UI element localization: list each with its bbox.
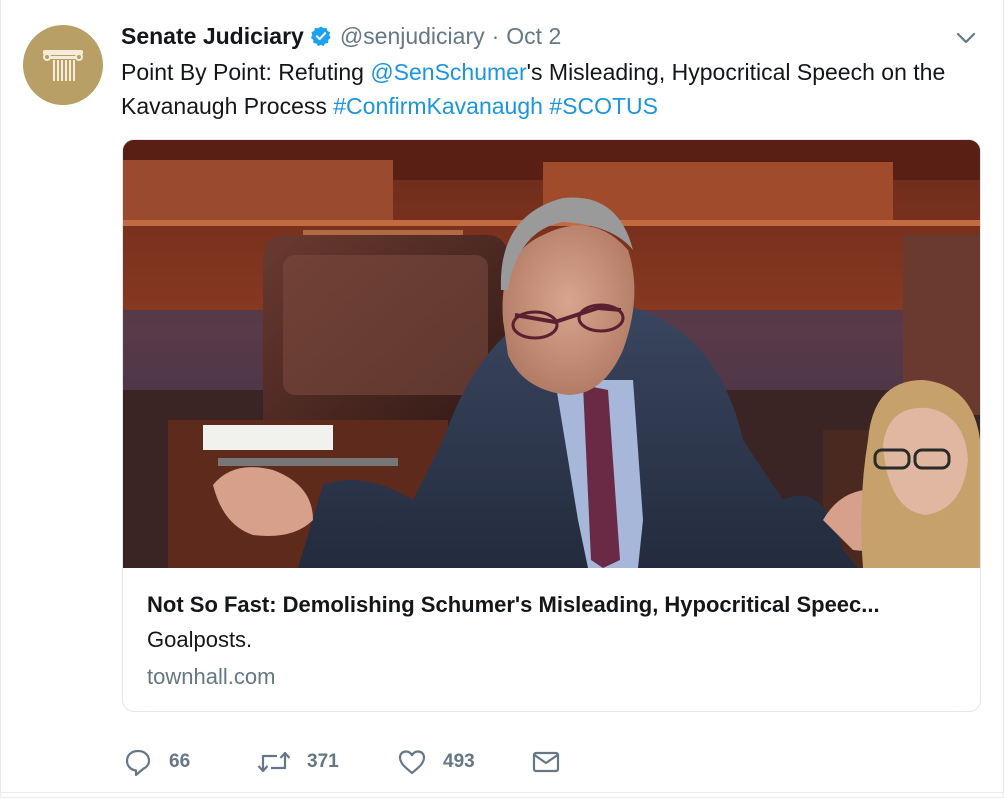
author-name[interactable]: Senate Judiciary: [121, 21, 304, 51]
link-card[interactable]: Not So Fast: Demolishing Schumer's Misle…: [122, 139, 981, 712]
separator-dot: ·: [491, 23, 500, 49]
retweet-icon: [257, 751, 291, 773]
like-count: 493: [443, 751, 475, 772]
avatar[interactable]: [23, 25, 103, 105]
tweet-header: Senate Judiciary @senjudiciary · Oct 2: [121, 21, 561, 51]
verified-badge-icon: [310, 25, 332, 47]
tweet-actions: 66 371 493: [123, 744, 623, 780]
tweet[interactable]: Senate Judiciary @senjudiciary · Oct 2 P…: [0, 0, 1004, 798]
tweet-menu-button[interactable]: [954, 28, 978, 48]
tweet-text-part: Point By Point: Refuting: [121, 59, 371, 85]
card-image: [123, 140, 980, 568]
hashtag-link[interactable]: #SCOTUS: [549, 93, 658, 119]
reply-icon: [125, 749, 151, 777]
retweet-count: 371: [307, 751, 339, 772]
like-button[interactable]: 493: [397, 744, 475, 780]
retweet-button[interactable]: 371: [257, 744, 339, 780]
tweet-date[interactable]: Oct 2: [506, 21, 561, 51]
card-description: Goalposts.: [147, 627, 253, 652]
tweet-text: Point By Point: Refuting @SenSchumer's M…: [121, 55, 981, 123]
heart-icon: [398, 750, 426, 775]
mention-link[interactable]: @SenSchumer: [370, 59, 526, 85]
pillar-icon: [43, 50, 83, 81]
card-title[interactable]: Not So Fast: Demolishing Schumer's Misle…: [147, 591, 957, 619]
author-handle[interactable]: @senjudiciary: [340, 21, 485, 51]
reply-count: 66: [169, 751, 191, 772]
envelope-icon: [532, 751, 560, 773]
divider: [1, 792, 1004, 793]
direct-message-button[interactable]: [531, 744, 561, 780]
hashtag-link[interactable]: #ConfirmKavanaugh: [333, 93, 543, 119]
reply-button[interactable]: 66: [123, 744, 190, 780]
card-domain[interactable]: townhall.com: [147, 663, 275, 691]
chevron-down-icon: [956, 32, 976, 44]
